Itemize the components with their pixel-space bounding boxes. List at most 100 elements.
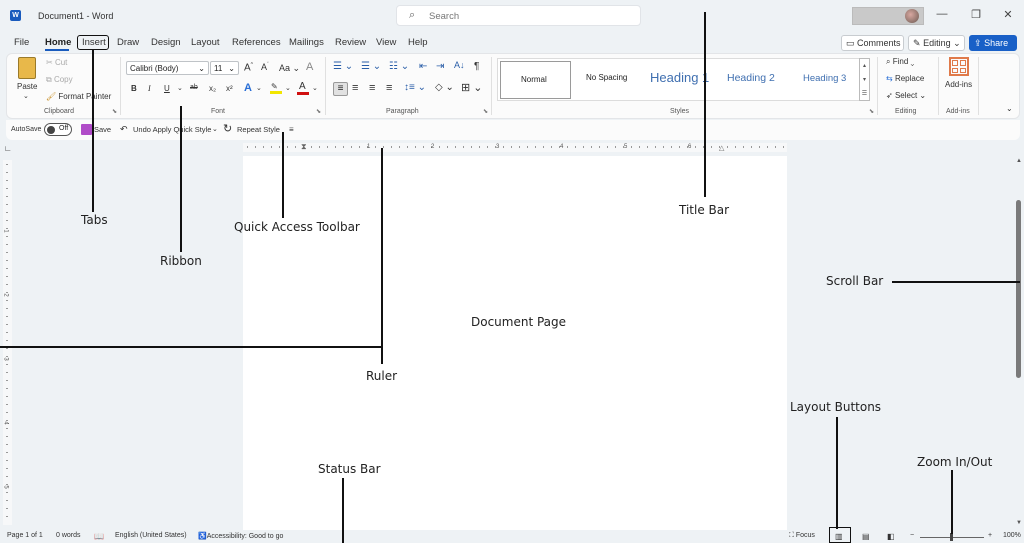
increase-indent-button[interactable]: ⇥ (436, 61, 444, 72)
text-effects-dropdown[interactable]: ⌄ (256, 84, 262, 92)
font-color-button[interactable]: A (297, 81, 309, 95)
paste-button[interactable]: Paste (17, 82, 37, 91)
bullets-button[interactable]: ☰ ⌄ (333, 61, 353, 72)
grow-font-button[interactable]: A^ (244, 62, 253, 73)
tab-help[interactable]: Help (408, 37, 428, 48)
zoom-slider-thumb[interactable] (950, 533, 953, 541)
customize-qat-icon[interactable]: ≡ (289, 125, 294, 134)
vertical-ruler[interactable] (3, 160, 12, 525)
underline-dropdown[interactable]: ⌄ (177, 84, 183, 92)
search-input[interactable]: ⌕ Search (396, 5, 641, 26)
italic-button[interactable]: I (148, 84, 151, 93)
underline-button[interactable]: U (164, 84, 170, 93)
style-normal[interactable]: Normal (500, 61, 571, 99)
styles-scroll[interactable]: ▴ ▾ ☰ (859, 58, 870, 101)
scrollbar-thumb[interactable] (1016, 200, 1021, 378)
zoom-in-button[interactable]: + (988, 532, 992, 539)
show-formatting-button[interactable]: ¶ (474, 61, 479, 72)
tab-layout[interactable]: Layout (191, 37, 220, 48)
proofing-icon[interactable]: 📖 (94, 532, 104, 541)
page-count[interactable]: Page 1 of 1 (7, 532, 43, 539)
align-right-button[interactable]: ≡ (369, 82, 375, 94)
style-no-spacing[interactable]: No Spacing (586, 73, 627, 82)
save-icon[interactable] (81, 124, 92, 135)
sort-button[interactable]: A↓ (454, 60, 465, 70)
font-size-dropdown[interactable]: 11 ⌄ (210, 61, 239, 75)
tab-selector-icon[interactable]: ∟ (4, 144, 12, 153)
bold-button[interactable]: B (131, 84, 137, 93)
font-launcher-icon[interactable]: ⬊ (316, 108, 321, 115)
comments-button[interactable]: ▭ Comments (841, 35, 904, 51)
style-heading-1[interactable]: Heading 1 (650, 70, 709, 85)
font-color-dropdown[interactable]: ⌄ (312, 84, 318, 92)
zoom-level[interactable]: 100% (1003, 532, 1021, 539)
print-layout-button[interactable]: ▤ (862, 532, 870, 541)
cut-button[interactable]: ✂ Cut (46, 58, 67, 67)
decrease-indent-button[interactable]: ⇤ (419, 61, 427, 72)
style-heading-2[interactable]: Heading 2 (727, 72, 775, 84)
clipboard-launcher-icon[interactable]: ⬊ (112, 108, 117, 115)
shading-button[interactable]: ◇ ⌄ (435, 82, 454, 93)
line-spacing-button[interactable]: ↕≡ ⌄ (404, 82, 426, 93)
read-mode-button[interactable]: ▥ (835, 532, 843, 541)
minimize-button[interactable]: — (932, 8, 952, 20)
share-button[interactable]: ⇪ Share (969, 35, 1017, 51)
copy-button[interactable]: ⧉ Copy (46, 75, 73, 85)
indent-marker-icon[interactable]: ⧗ (301, 142, 307, 152)
highlight-color-button[interactable]: ✎ (270, 82, 282, 94)
close-button[interactable]: ✕ (998, 8, 1018, 21)
tab-references[interactable]: References (232, 37, 281, 48)
tab-home[interactable]: Home (45, 37, 71, 48)
styles-launcher-icon[interactable]: ⬊ (869, 108, 874, 115)
scroll-down-arrow-icon[interactable]: ▼ (1014, 520, 1024, 526)
tab-view[interactable]: View (376, 37, 396, 48)
paragraph-launcher-icon[interactable]: ⬊ (483, 108, 488, 115)
tab-design[interactable]: Design (151, 37, 181, 48)
align-left-button[interactable]: ≡ (333, 82, 348, 96)
superscript-button[interactable]: x² (226, 84, 233, 93)
autosave-toggle[interactable]: Off (44, 123, 72, 136)
zoom-out-button[interactable]: − (910, 532, 914, 539)
tab-review[interactable]: Review (335, 37, 366, 48)
shrink-font-button[interactable]: Aˇ (261, 62, 269, 72)
language-indicator[interactable]: English (United States) (115, 532, 187, 539)
accessibility-checker[interactable]: ♿Accessibility: Good to go (198, 532, 283, 540)
restore-button[interactable]: ❐ (966, 8, 986, 21)
repeat-icon[interactable]: ↻ (223, 122, 232, 135)
undo-dropdown[interactable]: ⌄ (212, 125, 218, 133)
focus-button[interactable]: ⛶ Focus (789, 532, 815, 540)
change-case-button[interactable]: Aa ⌄ (279, 63, 300, 74)
align-center-button[interactable]: ≡ (352, 82, 358, 94)
clear-formatting-icon[interactable]: A (306, 61, 313, 73)
tab-draw[interactable]: Draw (117, 37, 139, 48)
style-heading-3[interactable]: Heading 3 (803, 73, 846, 84)
expand-gallery-icon[interactable]: ☰ (860, 87, 869, 101)
font-name-dropdown[interactable]: Calibri (Body) ⌄ (126, 61, 209, 75)
subscript-button[interactable]: x₂ (209, 84, 216, 93)
repeat-button[interactable]: Repeat Style (237, 125, 280, 134)
tab-mailings[interactable]: Mailings (289, 37, 324, 48)
scroll-down-icon[interactable]: ▾ (860, 73, 869, 87)
borders-button[interactable]: ⊞ ⌄ (461, 81, 483, 94)
scroll-up-icon[interactable]: ▴ (860, 59, 869, 73)
select-button[interactable]: ➶ Select ⌄ (886, 91, 926, 100)
save-button[interactable]: Save (94, 125, 111, 134)
editing-mode-button[interactable]: ✎ Editing ⌄ (908, 35, 965, 51)
replace-button[interactable]: ⇆ Replace (886, 74, 924, 83)
account-button[interactable] (852, 7, 924, 25)
undo-icon[interactable]: ↶ (120, 124, 128, 135)
web-layout-button[interactable]: ◧ (887, 532, 895, 541)
multilevel-list-button[interactable]: ☷ ⌄ (389, 61, 409, 72)
text-effects-icon[interactable]: A (244, 82, 252, 94)
right-indent-marker-icon[interactable]: △ (719, 144, 724, 152)
format-painter-button[interactable]: 🖌 Format Painter (46, 92, 111, 101)
find-button[interactable]: ⌕ Find ⌄ (886, 57, 914, 67)
collapse-ribbon-icon[interactable]: ⌄ (1006, 104, 1013, 113)
addins-button[interactable]: Add-ins (945, 80, 972, 89)
tab-file[interactable]: File (14, 37, 29, 48)
word-count[interactable]: 0 words (56, 532, 81, 539)
numbering-button[interactable]: ☰ ⌄ (361, 61, 381, 72)
highlight-dropdown[interactable]: ⌄ (285, 84, 291, 92)
strikethrough-button[interactable]: ab (190, 84, 198, 91)
undo-button[interactable]: Undo Apply Quick Style (133, 125, 211, 134)
